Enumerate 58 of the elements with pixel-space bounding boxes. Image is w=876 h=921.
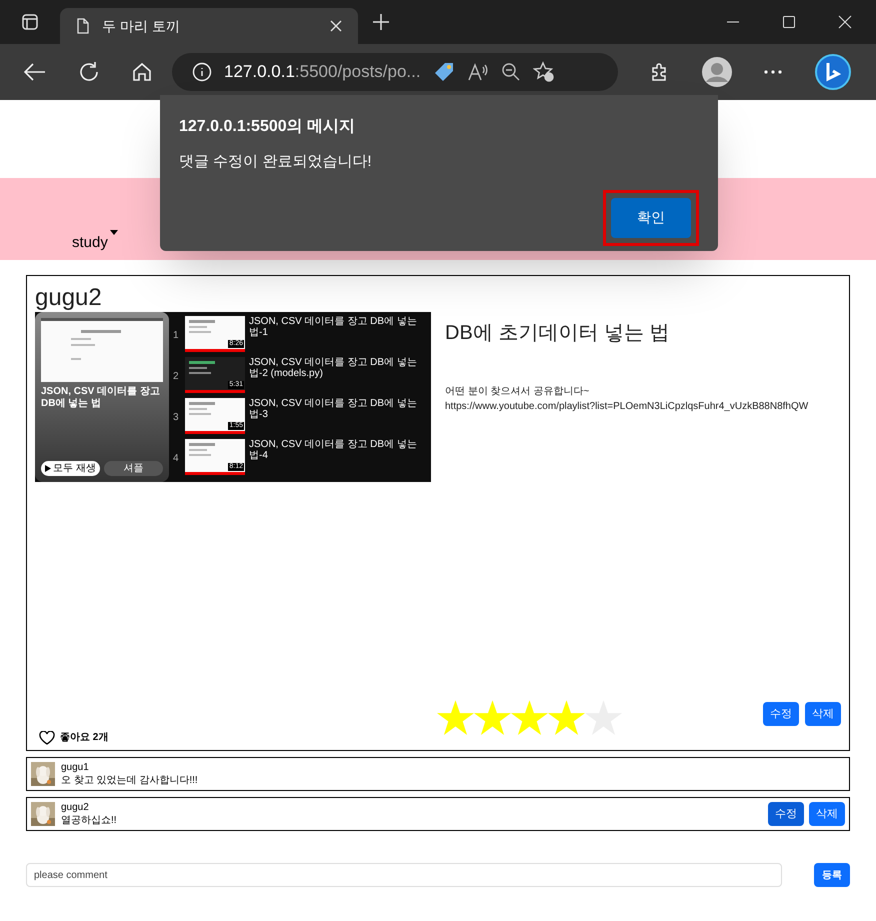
new-tab-icon[interactable] [372, 13, 390, 31]
browser-tab[interactable]: 두 마리 토끼 [60, 8, 358, 44]
playlist-title: JSON, CSV 데이터를 장고 DB에 넣는 법 [41, 386, 161, 410]
comment-text: 오 찾고 있었는데 감사합니다!!! [61, 774, 199, 786]
play-all-button[interactable]: 모두 재생 [41, 461, 100, 476]
nav-link[interactable]: study [72, 232, 118, 254]
maximize-icon[interactable] [782, 15, 796, 29]
comment-field[interactable]: please comment [26, 863, 782, 887]
page-icon [76, 18, 90, 34]
post-title: DB에 초기데이터 넣는 법 [445, 321, 670, 346]
close-icon[interactable] [330, 20, 342, 32]
video-number: 1 [173, 329, 180, 343]
play-icon [45, 465, 52, 472]
address-bar[interactable]: 127.0.0.1:5500/posts/po... [172, 53, 618, 91]
video-title: JSON, CSV 데이터를 장고 DB에 넣는 법-4 [249, 439, 418, 461]
tab-title: 두 마리 토끼 [102, 16, 181, 36]
like-count: 좋아요 2개 [60, 731, 108, 745]
delete-button[interactable]: 삭제 [805, 702, 841, 726]
url-text: 127.0.0.1:5500/posts/po... [224, 61, 421, 84]
edit-button[interactable]: 수정 [763, 702, 799, 726]
shuffle-button[interactable]: 셔플 [104, 461, 163, 476]
video-number: 4 [173, 452, 180, 466]
star-icon [437, 700, 474, 736]
video-number: 3 [173, 411, 180, 425]
star-icon [474, 700, 511, 736]
refresh-icon[interactable] [78, 61, 100, 83]
comment-author: gugu2 [61, 802, 90, 814]
comment-text: 열공하십쇼!! [61, 814, 118, 826]
more-icon[interactable] [764, 70, 782, 74]
post-author: gugu2 [35, 284, 103, 312]
favorite-add-icon[interactable] [532, 61, 555, 83]
delete-button[interactable]: 삭제 [809, 802, 845, 826]
back-icon[interactable] [24, 63, 46, 81]
video-number: 2 [173, 370, 180, 384]
post-link[interactable]: https://www.youtube.com/playlist?list=PLOemN3LiCpzlqsFuhr4_vUzkB88N8fhQW [445, 399, 808, 414]
home-icon[interactable] [132, 62, 152, 82]
read-aloud-icon[interactable] [466, 62, 489, 82]
tab-actions-icon[interactable] [21, 13, 39, 31]
tag-icon[interactable] [432, 61, 455, 83]
edit-button[interactable]: 수정 [768, 802, 804, 826]
star-icon [511, 700, 548, 736]
star-icon [585, 700, 622, 736]
info-icon[interactable] [192, 62, 212, 82]
post-body: 어떤 분이 찾으셔서 공유합니다~ [445, 385, 590, 399]
video-title: JSON, CSV 데이터를 장고 DB에 넣는 법-2 (models.py) [249, 357, 418, 379]
star-icon [548, 700, 585, 736]
avatar-icon[interactable] [702, 57, 732, 87]
heart-icon[interactable] [39, 730, 55, 744]
dialog-title: 127.0.0.1:5500의 메시지 [179, 117, 356, 137]
video-title: JSON, CSV 데이터를 장고 DB에 넣는 법-3 [249, 398, 418, 420]
comment-author: gugu1 [61, 762, 90, 774]
submit-button[interactable]: 등록 [814, 863, 850, 887]
zoom-out-icon[interactable] [500, 62, 521, 82]
ok-button[interactable]: 확인 [611, 198, 691, 238]
close-window-icon[interactable] [838, 15, 852, 29]
video-title: JSON, CSV 데이터를 장고 DB에 넣는 법-1 [249, 316, 418, 338]
dialog-message: 댓글 수정이 완료되었습니다! [179, 152, 373, 172]
chat-icon[interactable] [814, 53, 852, 91]
